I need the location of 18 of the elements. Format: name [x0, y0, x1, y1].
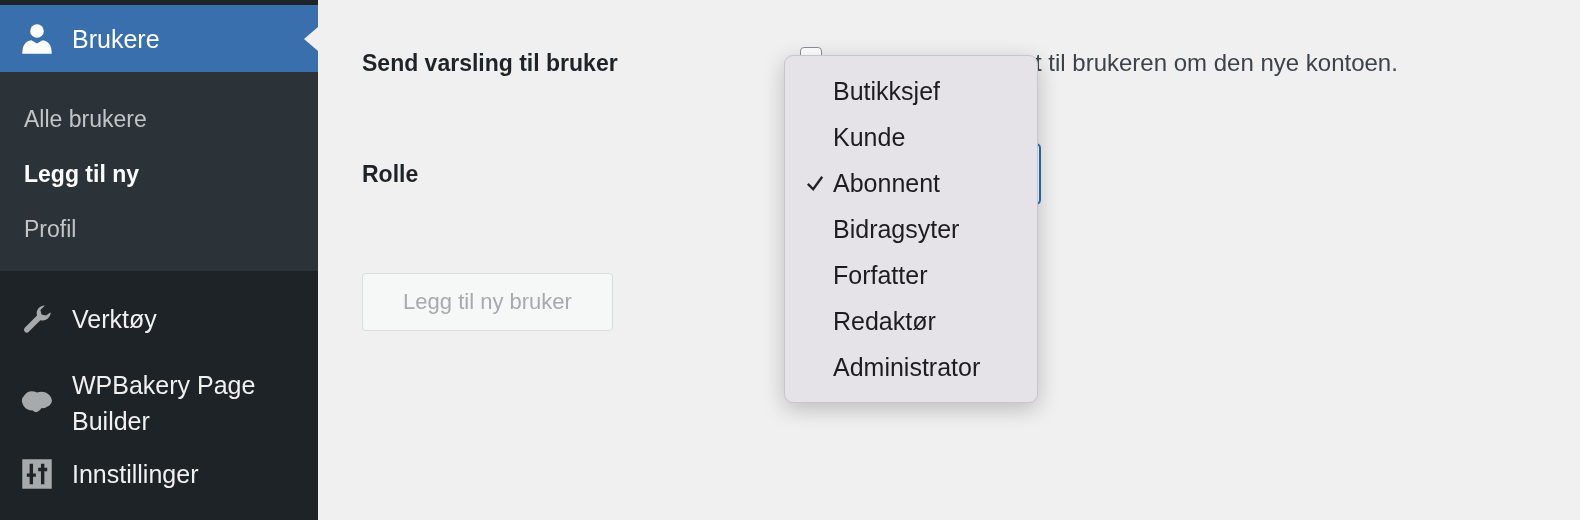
- field-label: Rolle: [362, 160, 420, 188]
- dropdown-option[interactable]: Abonnent: [785, 160, 1037, 206]
- dropdown-option[interactable]: Administrator: [785, 344, 1037, 390]
- sidebar-item[interactable]: Brukere: [0, 5, 318, 72]
- sidebar-item[interactable]: Innstillinger: [0, 439, 318, 509]
- submenu-item[interactable]: Profil: [0, 202, 318, 257]
- dropdown-option[interactable]: Redaktør: [785, 298, 1037, 344]
- sidebar-item[interactable]: WPBakery Page Builder: [0, 367, 318, 439]
- dropdown-option[interactable]: Forfatter: [785, 252, 1037, 298]
- dropdown-option[interactable]: Butikksjef: [785, 68, 1037, 114]
- field-label: Send varsling til bruker: [362, 49, 619, 77]
- submenu-item[interactable]: Alle brukere: [0, 92, 318, 147]
- sliders-icon: [20, 457, 54, 491]
- user-icon: [20, 21, 54, 56]
- sidebar-item[interactable]: Verktøy: [0, 271, 318, 367]
- dropdown-option[interactable]: Kunde: [785, 114, 1037, 160]
- submenu-item[interactable]: Legg til ny: [0, 147, 318, 202]
- dropdown-option[interactable]: Bidragsyter: [785, 206, 1037, 252]
